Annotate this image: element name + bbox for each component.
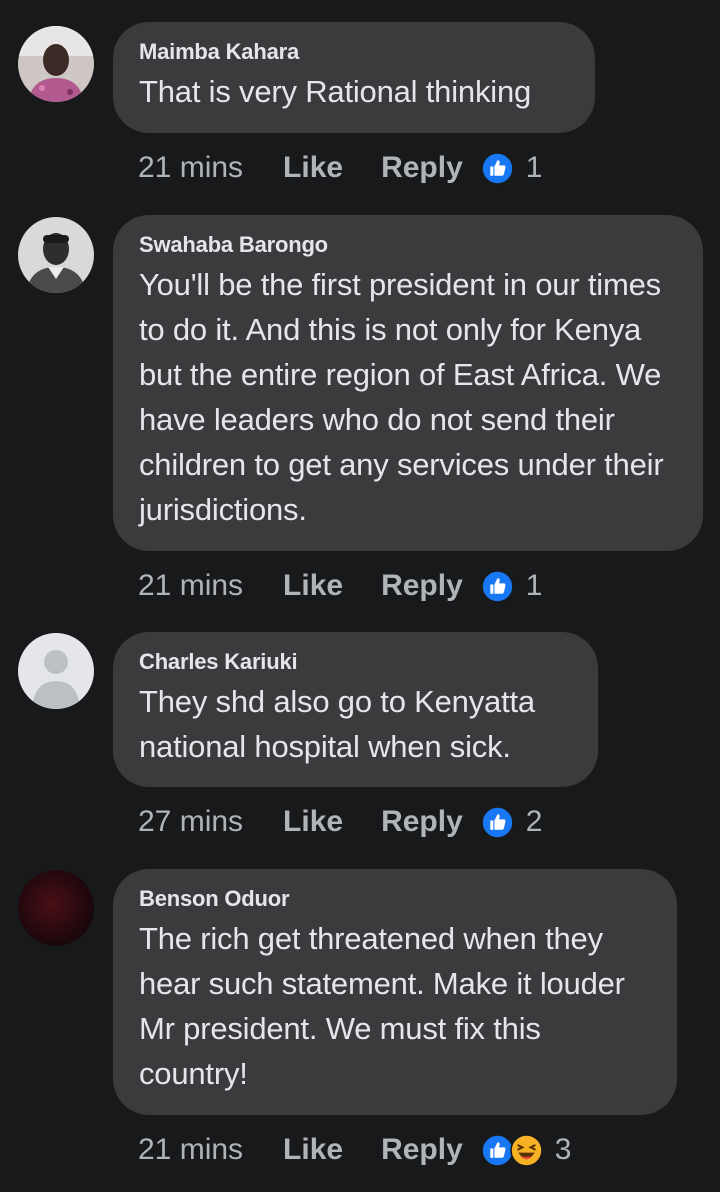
reactions-summary[interactable]: 2 (481, 805, 543, 839)
comment-time[interactable]: 21 mins (138, 1133, 243, 1167)
comment-actions: 21 mins Like Reply 3 (138, 1130, 571, 1170)
comment-time[interactable]: 21 mins (138, 151, 243, 185)
like-button[interactable]: Like (283, 569, 343, 603)
comment-time[interactable]: 27 mins (138, 805, 243, 839)
like-button[interactable]: Like (283, 1133, 343, 1167)
comment-bubble: Benson Oduor The rich get threatened whe… (113, 869, 677, 1115)
like-button[interactable]: Like (283, 805, 343, 839)
comment-actions: 21 mins Like Reply 1 (138, 566, 542, 606)
comment-bubble: Maimba Kahara That is very Rational thin… (113, 22, 595, 133)
reaction-count: 1 (525, 569, 543, 602)
reply-button[interactable]: Reply (381, 1133, 463, 1167)
comment-text: The rich get threatened when they hear s… (139, 921, 625, 1091)
reaction-count: 2 (525, 805, 543, 838)
reactions-summary[interactable]: 3 (481, 1133, 572, 1167)
comment-bubble: Swahaba Barongo You'll be the first pres… (113, 215, 703, 551)
comment-author[interactable]: Maimba Kahara (139, 39, 569, 65)
haha-icon (510, 1133, 543, 1167)
like-icon (481, 569, 514, 603)
avatar[interactable] (18, 870, 94, 946)
like-icon (481, 151, 514, 185)
reaction-count: 1 (525, 151, 543, 184)
avatar[interactable] (18, 217, 94, 293)
comment-author[interactable]: Swahaba Barongo (139, 232, 677, 258)
like-button[interactable]: Like (283, 151, 343, 185)
comment-text: You'll be the first president in our tim… (139, 267, 664, 527)
comment-author[interactable]: Benson Oduor (139, 886, 651, 912)
reaction-count: 3 (554, 1133, 572, 1166)
comment-time[interactable]: 21 mins (138, 569, 243, 603)
comment-actions: 27 mins Like Reply 2 (138, 802, 542, 842)
reply-button[interactable]: Reply (381, 569, 463, 603)
comment-actions: 21 mins Like Reply 1 (138, 148, 542, 188)
comment-author[interactable]: Charles Kariuki (139, 649, 572, 675)
reactions-summary[interactable]: 1 (481, 151, 543, 185)
avatar[interactable] (18, 26, 94, 102)
reply-button[interactable]: Reply (381, 151, 463, 185)
comment-text: They shd also go to Kenyatta national ho… (139, 684, 535, 764)
comment-text: That is very Rational thinking (139, 74, 532, 109)
reactions-summary[interactable]: 1 (481, 569, 543, 603)
comment-bubble: Charles Kariuki They shd also go to Keny… (113, 632, 598, 787)
avatar[interactable] (18, 633, 94, 709)
reply-button[interactable]: Reply (381, 805, 463, 839)
like-icon (481, 805, 514, 839)
